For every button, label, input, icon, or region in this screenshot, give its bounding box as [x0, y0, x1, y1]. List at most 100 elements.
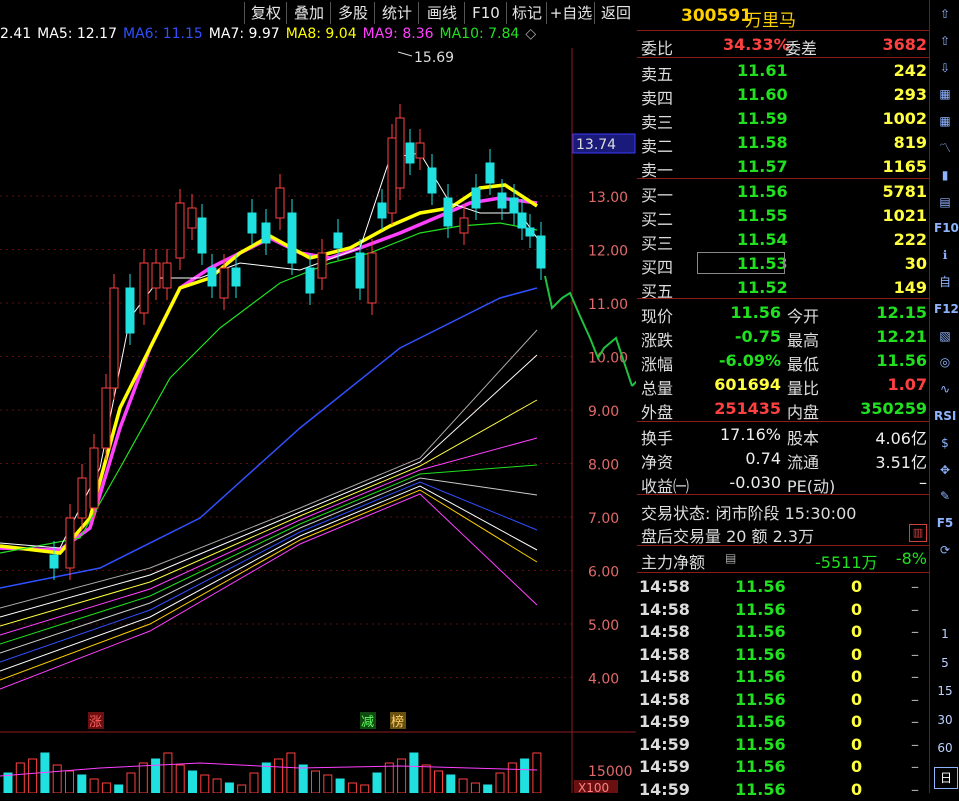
tick-direction: – — [911, 644, 919, 664]
kline-chart[interactable]: 13.0012.0011.0010.009.008.007.006.005.00… — [0, 48, 636, 793]
volume-bar — [15, 762, 25, 793]
volume-bar — [311, 770, 320, 793]
wave-icon[interactable]: ∿ — [934, 379, 956, 399]
tick-time: 14:58 — [639, 599, 690, 619]
bid-row[interactable]: 买一 11.56 5781 — [637, 180, 929, 205]
ma-fan-line — [0, 329, 538, 609]
bid-row[interactable]: 买二 11.55 1021 — [637, 204, 929, 229]
main-flow-row: 主力净额 ▤ -5511万 -8% — [641, 549, 927, 572]
toolbar-button-1[interactable]: 叠加 — [286, 2, 331, 24]
RSI-icon[interactable]: RSI — [934, 406, 956, 426]
y-tick-label: 11.00 — [588, 297, 628, 313]
ma-legend-item: MA9: 8.36 — [362, 26, 434, 42]
grid-icon[interactable]: ▦ — [934, 111, 956, 131]
bid-volume: 30 — [904, 254, 927, 273]
ask-label: 卖三 — [641, 113, 674, 132]
chart-icon[interactable]: ▥ — [909, 524, 927, 542]
weibi-row: 委比 34.33% 委差 3682 — [641, 35, 927, 58]
30-icon[interactable]: 30 — [934, 710, 956, 730]
pencil-icon[interactable]: ✎ — [934, 486, 956, 506]
stat-label: 涨幅 — [641, 355, 674, 374]
5-icon[interactable]: 5 — [934, 653, 956, 673]
list-icon[interactable]: ▤ — [725, 551, 736, 565]
candle-body — [139, 262, 149, 314]
candle-body — [525, 227, 535, 237]
toolbar-button-2[interactable]: 多股 — [330, 2, 375, 24]
bid-price: 11.52 — [737, 278, 788, 297]
15-icon[interactable]: 15 — [934, 681, 956, 701]
bid-row[interactable]: 买三 11.54 222 — [637, 228, 929, 253]
ask-row[interactable]: 卖一 11.57 1165 — [637, 155, 929, 180]
chart-icon[interactable]: ▧ — [934, 326, 956, 346]
stats-icon[interactable]: ▦ — [934, 84, 956, 104]
up-outline-icon[interactable]: ⇧ — [934, 31, 956, 51]
refresh-icon[interactable]: ⟳ — [934, 540, 956, 560]
tick-row: 14:58 11.56 0 – — [637, 688, 929, 711]
candle-icon[interactable]: ▮ — [934, 165, 956, 185]
volume-bar — [163, 752, 173, 793]
tick-price: 11.56 — [735, 622, 786, 641]
volume-bar — [470, 782, 480, 793]
ma-legend-item: MA5: 12.17 — [37, 26, 117, 42]
ask-row[interactable]: 卖五 11.61 242 — [637, 59, 929, 84]
F5-icon[interactable]: F5 — [934, 513, 956, 533]
ask-row[interactable]: 卖二 11.58 819 — [637, 131, 929, 156]
volume-bar — [200, 774, 210, 793]
candle-body — [101, 387, 111, 449]
volume-bar — [434, 770, 443, 793]
tick-volume: 0 — [851, 644, 863, 664]
down-outline-icon[interactable]: ⇩ — [934, 58, 956, 78]
stat-label: 换手 — [641, 429, 674, 448]
ask-row[interactable]: 卖三 11.59 1002 — [637, 107, 929, 132]
volume-bar — [212, 778, 222, 793]
F10-icon[interactable]: F10 — [934, 218, 959, 238]
line-chart-icon[interactable]: 〽 — [934, 138, 956, 158]
ask-volume: 819 — [893, 133, 927, 152]
candle-body — [49, 554, 59, 569]
list-icon[interactable]: ▤ — [934, 192, 956, 212]
tick-price: 11.56 — [735, 644, 786, 664]
info-icon[interactable]: ℹ — [934, 245, 956, 265]
toolbar-button-6[interactable]: 标记 — [506, 2, 547, 24]
stat-value: 12.15 — [876, 303, 927, 322]
ma-legend-item: ◇ — [525, 26, 537, 42]
60-icon[interactable]: 60 — [934, 738, 956, 758]
high-pointer — [397, 51, 413, 57]
ask-row[interactable]: 卖四 11.60 293 — [637, 83, 929, 108]
stat-row: 外盘 251435 内盘 350259 — [637, 397, 929, 422]
y-tick-label: 9.00 — [588, 404, 619, 420]
self-icon[interactable]: 自 — [934, 272, 956, 292]
ask-price: 11.57 — [737, 157, 788, 176]
volume-bar — [237, 784, 247, 793]
volume-unit: X100 — [578, 781, 609, 793]
dollar-icon[interactable]: $ — [934, 433, 956, 453]
candle-body — [305, 267, 315, 294]
candle-body — [175, 202, 185, 259]
toolbar-button-4[interactable]: 画线 — [418, 2, 465, 24]
1-icon[interactable]: 1 — [934, 624, 956, 644]
toolbar-button-8[interactable]: 返回 — [594, 2, 637, 24]
ma-legend-item: 2.41 — [0, 26, 32, 42]
stat-value: 350259 — [860, 399, 927, 418]
ask-price: 11.60 — [737, 85, 788, 104]
toolbar-button-0[interactable]: 复权 — [244, 2, 287, 24]
toolbar-button-3[interactable]: 统计 — [374, 2, 419, 24]
candle-body — [427, 167, 437, 194]
candle-body — [395, 117, 405, 189]
日-icon[interactable]: 日 — [934, 766, 958, 789]
F12-icon[interactable]: F12 — [934, 299, 959, 319]
ask-price: 11.58 — [737, 133, 788, 152]
up-arrow-icon[interactable]: ⇧ — [934, 4, 956, 24]
y-tick-label: 8.00 — [588, 458, 619, 474]
candle-body — [151, 262, 161, 289]
circle-icon[interactable]: ◎ — [934, 352, 956, 372]
candle-body — [405, 142, 415, 164]
ask-volume: 293 — [893, 85, 927, 104]
toolbar-button-5[interactable]: F10 — [464, 2, 507, 24]
candle-body — [536, 235, 546, 269]
event-marker: 减 — [361, 715, 374, 730]
bid-row[interactable]: 买五 11.52 149 — [637, 276, 929, 301]
tick-volume: 0 — [851, 689, 863, 709]
move-icon[interactable]: ✥ — [934, 460, 956, 480]
toolbar-button-7[interactable]: +自选 — [546, 2, 595, 24]
